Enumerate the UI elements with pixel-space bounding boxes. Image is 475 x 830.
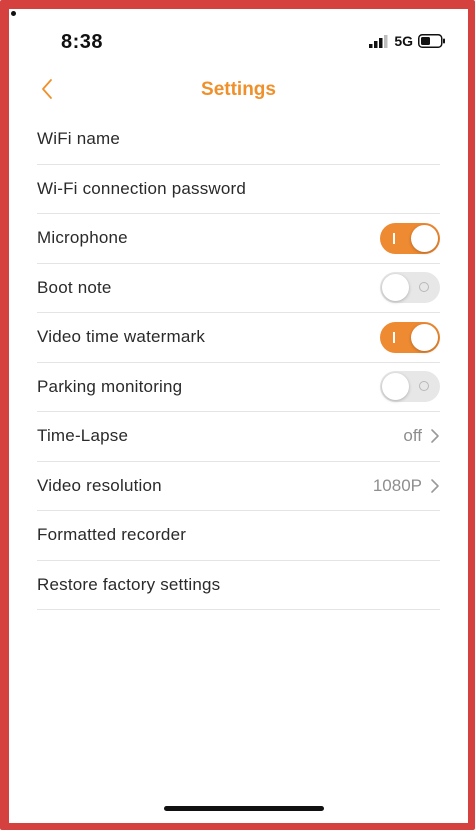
toggle-knob	[411, 224, 438, 252]
settings-list: WiFi name Wi-Fi connection password Micr…	[37, 115, 440, 610]
page-title: Settings	[201, 79, 276, 100]
network-type: 5G	[394, 33, 413, 49]
status-time: 8:38	[61, 31, 104, 53]
setting-label: Microphone	[37, 228, 128, 248]
setting-label: Restore factory settings	[37, 574, 221, 594]
boot-note-toggle[interactable]	[380, 272, 440, 304]
setting-label: Wi-Fi connection password	[37, 178, 247, 198]
setting-wifi-name[interactable]: WiFi name	[37, 115, 440, 165]
toggle-off-mark	[419, 381, 429, 392]
setting-label: Parking monitoring	[37, 376, 183, 396]
toggle-on-mark	[393, 232, 395, 244]
setting-label: Video time watermark	[37, 327, 206, 347]
setting-video-resolution[interactable]: Video resolution 1080P	[37, 462, 440, 511]
home-indicator[interactable]	[164, 806, 324, 811]
parking-monitoring-toggle[interactable]	[380, 371, 440, 403]
navigation-bar: Settings	[9, 67, 468, 115]
setting-label: WiFi name	[37, 129, 121, 149]
toggle-knob	[382, 274, 409, 302]
status-indicators: 5G	[369, 33, 446, 49]
phone-screen: 8:38 5G Settings WiFi name Wi-Fi connect…	[0, 0, 475, 830]
setting-label: Boot note	[37, 277, 112, 297]
setting-microphone: Microphone	[37, 214, 440, 264]
setting-parking-monitoring: Parking monitoring	[37, 363, 440, 412]
setting-label: Video resolution	[37, 475, 162, 495]
setting-value-group: off	[403, 426, 440, 446]
setting-wifi-password[interactable]: Wi-Fi connection password	[37, 165, 440, 214]
setting-video-time-watermark: Video time watermark	[37, 313, 440, 363]
toggle-knob	[382, 373, 409, 401]
setting-restore-factory[interactable]: Restore factory settings	[37, 561, 440, 610]
video-resolution-value: 1080P	[372, 475, 422, 495]
setting-label: Time-Lapse	[37, 426, 129, 446]
toggle-on-mark	[393, 331, 395, 343]
setting-formatted-recorder[interactable]: Formatted recorder	[37, 511, 440, 561]
chevron-right-icon	[431, 478, 439, 493]
time-lapse-value: off	[403, 426, 422, 446]
setting-time-lapse[interactable]: Time-Lapse off	[37, 412, 440, 462]
setting-value-group: 1080P	[373, 476, 440, 496]
setting-label: Formatted recorder	[37, 525, 187, 545]
toggle-off-mark	[419, 282, 429, 293]
microphone-toggle[interactable]	[380, 222, 440, 254]
toggle-knob	[411, 323, 438, 351]
signal-icon	[369, 35, 388, 48]
video-time-watermark-toggle[interactable]	[380, 321, 440, 353]
setting-boot-note: Boot note	[37, 264, 440, 313]
chevron-right-icon	[431, 429, 439, 444]
battery-icon	[418, 34, 445, 48]
